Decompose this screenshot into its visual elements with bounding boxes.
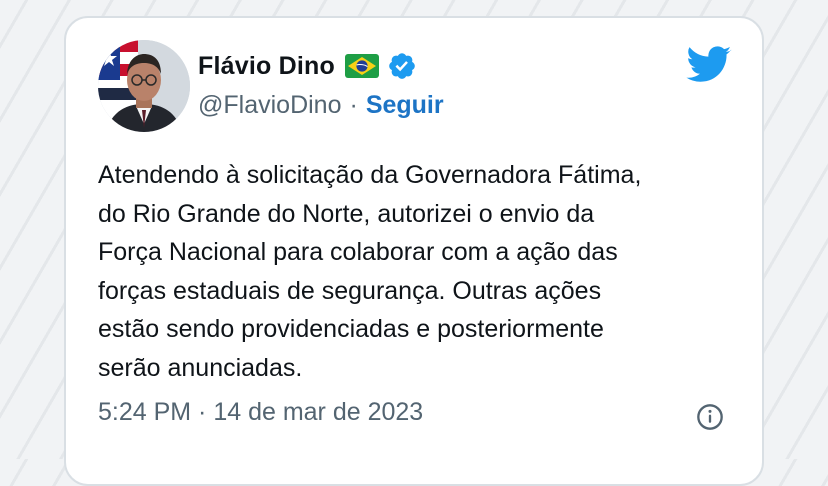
handle-row: @FlavioDino · Seguir: [198, 91, 444, 120]
tweet-text-line: serão anunciadas.: [98, 353, 303, 382]
author-handle[interactable]: @FlavioDino: [198, 91, 341, 119]
tweet-timestamp[interactable]: 5:24 PM · 14 de mar de 2023: [98, 398, 423, 427]
verified-badge-icon: [387, 51, 417, 81]
info-icon[interactable]: [696, 403, 724, 431]
tweet-text-line: forças estaduais de segurança. Outras aç…: [98, 276, 602, 305]
tweet-text-line: do Rio Grande do Norte, autorizei o envi…: [98, 199, 595, 228]
author-name-row: Flávio Dino: [198, 51, 417, 81]
avatar-image: [98, 40, 190, 132]
twitter-bird-icon[interactable]: [686, 46, 732, 84]
separator-dot: ·: [349, 91, 358, 119]
tweet-text-line: estão sendo providenciadas e posteriorme…: [98, 315, 604, 343]
follow-button[interactable]: Seguir: [366, 91, 444, 119]
brazil-flag-icon: [344, 54, 379, 78]
author-avatar[interactable]: [98, 40, 190, 132]
author-name[interactable]: Flávio Dino: [198, 52, 335, 81]
tweet-text-line: Atendendo à solicitação da Governadora F…: [98, 161, 642, 189]
tweet-card[interactable]: Flávio Dino @FlavioDino · Seguir Atendendo…: [64, 16, 764, 486]
tweet-text: Atendendo à solicitação da Governadora F…: [98, 156, 738, 387]
tweet-text-line: Força Nacional para colaborar com a ação…: [98, 238, 618, 266]
